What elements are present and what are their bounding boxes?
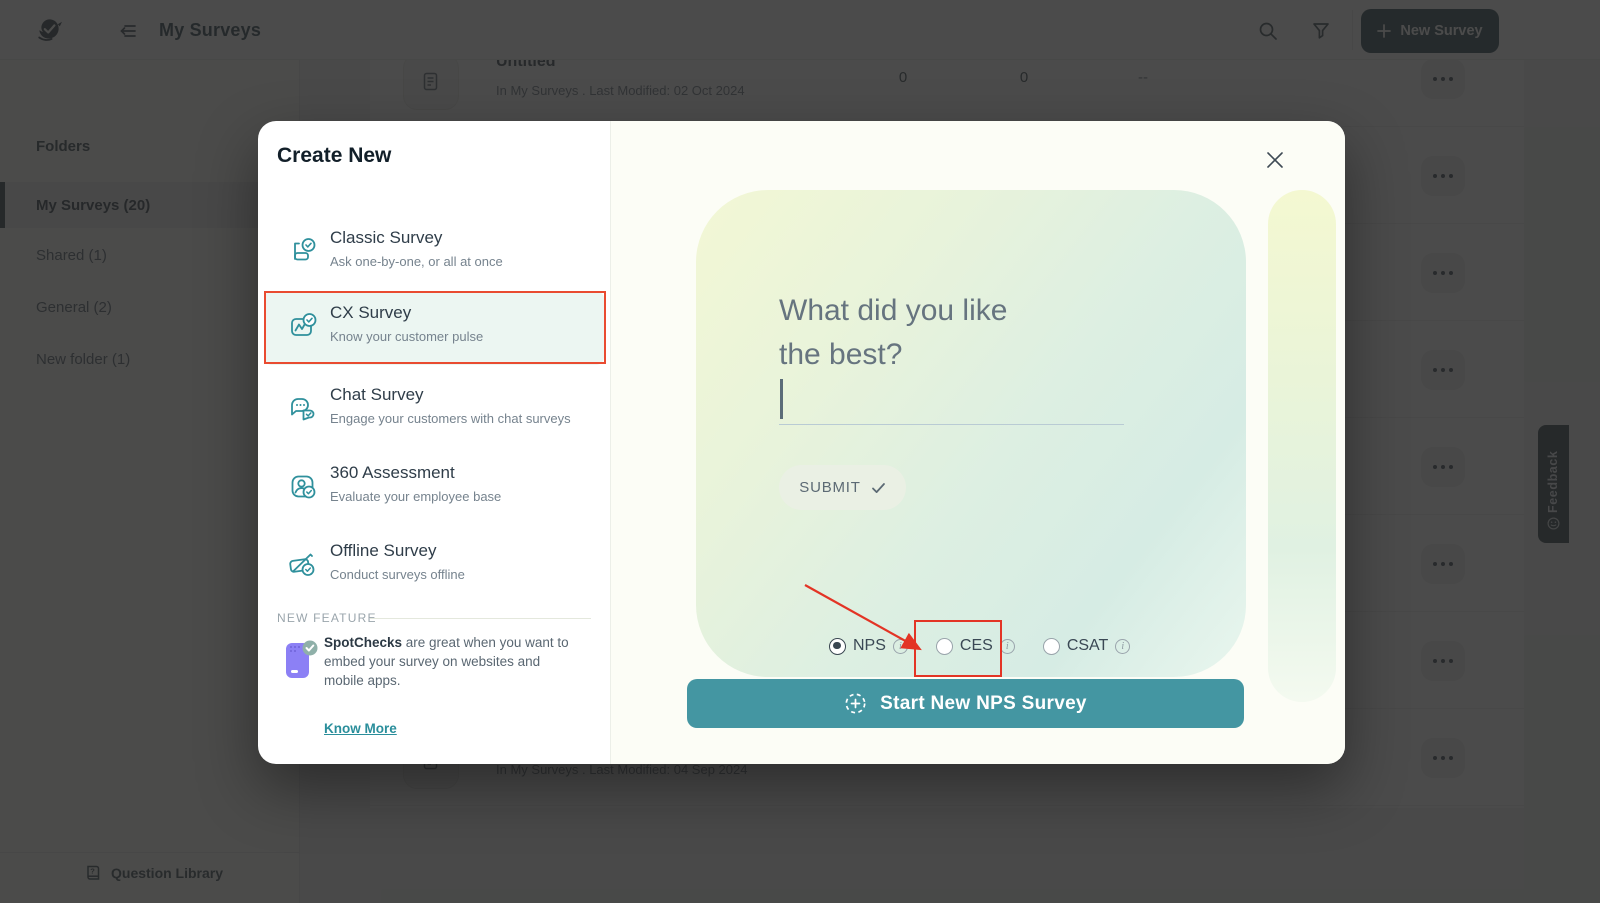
nps-info-icon[interactable]: i	[893, 639, 908, 654]
new-feature-label: NEW FEATURE	[277, 611, 377, 625]
check-icon	[871, 482, 886, 494]
option-title: CX Survey	[330, 303, 411, 323]
survey-type-radios: NPS i CES i CSAT i	[829, 637, 1130, 655]
spotchecks-icon	[282, 637, 320, 685]
preview-submit-button[interactable]: SUBMIT	[779, 465, 906, 510]
submit-label: SUBMIT	[799, 479, 860, 496]
spotchecks-bold: SpotChecks	[324, 635, 402, 650]
question-line-2: the best?	[779, 333, 1007, 377]
option-subtitle: Know your customer pulse	[330, 329, 483, 344]
offline-survey-icon	[286, 548, 320, 582]
radio-ces-control[interactable]	[936, 638, 953, 655]
create-new-modal: Create New Classic Survey Ask one-by-one…	[258, 121, 1345, 764]
ces-info-icon[interactable]: i	[1000, 639, 1015, 654]
preview-question: What did you like the best?	[779, 289, 1007, 377]
radio-csat-label: CSAT	[1067, 637, 1108, 655]
radio-ces-label: CES	[960, 637, 993, 655]
radio-nps[interactable]: NPS i	[829, 637, 908, 655]
option-chat-survey[interactable]: Chat Survey Engage your customers with c…	[264, 373, 604, 447]
assessment-360-icon	[286, 470, 320, 504]
close-icon[interactable]	[1266, 151, 1284, 169]
modal-title: Create New	[277, 144, 391, 168]
radio-nps-label: NPS	[853, 637, 886, 655]
app-root: My Surveys New Survey Folders My Surveys…	[0, 0, 1600, 903]
option-classic-survey[interactable]: Classic Survey Ask one-by-one, or all at…	[264, 216, 604, 290]
csat-info-icon[interactable]: i	[1115, 639, 1130, 654]
dashed-plus-icon	[844, 692, 867, 715]
spotchecks-text: SpotChecks are great when you want to em…	[324, 633, 578, 690]
cta-label: Start New NPS Survey	[880, 693, 1087, 715]
start-nps-survey-button[interactable]: Start New NPS Survey	[687, 679, 1244, 728]
text-input-underline[interactable]	[779, 424, 1124, 425]
radio-csat-control[interactable]	[1043, 638, 1060, 655]
know-more-link[interactable]: Know More	[324, 721, 397, 736]
option-subtitle: Evaluate your employee base	[330, 489, 501, 504]
option-cx-survey[interactable]: CX Survey Know your customer pulse	[264, 291, 604, 365]
chat-survey-icon	[286, 392, 320, 426]
option-title: 360 Assessment	[330, 463, 455, 483]
radio-ces[interactable]: CES i	[936, 637, 1015, 655]
classic-survey-icon	[286, 235, 320, 269]
modal-option-panel: Create New Classic Survey Ask one-by-one…	[258, 121, 610, 764]
option-title: Classic Survey	[330, 228, 442, 248]
option-subtitle: Ask one-by-one, or all at once	[330, 254, 503, 269]
option-title: Chat Survey	[330, 385, 424, 405]
cx-survey-icon	[286, 310, 320, 344]
new-feature-divider	[370, 618, 591, 619]
question-line-1: What did you like	[779, 289, 1007, 333]
option-subtitle: Engage your customers with chat surveys	[330, 411, 571, 426]
modal-preview-panel: What did you like the best? SUBMIT NPS i	[610, 121, 1345, 764]
option-offline-survey[interactable]: Offline Survey Conduct surveys offline	[264, 529, 604, 603]
option-title: Offline Survey	[330, 541, 436, 561]
preview-card	[696, 190, 1246, 677]
radio-csat[interactable]: CSAT i	[1043, 637, 1130, 655]
preview-card-next	[1268, 190, 1336, 702]
option-360-assessment[interactable]: 360 Assessment Evaluate your employee ba…	[264, 451, 604, 525]
text-input-caret	[780, 379, 783, 419]
option-subtitle: Conduct surveys offline	[330, 567, 465, 582]
radio-nps-control[interactable]	[829, 638, 846, 655]
